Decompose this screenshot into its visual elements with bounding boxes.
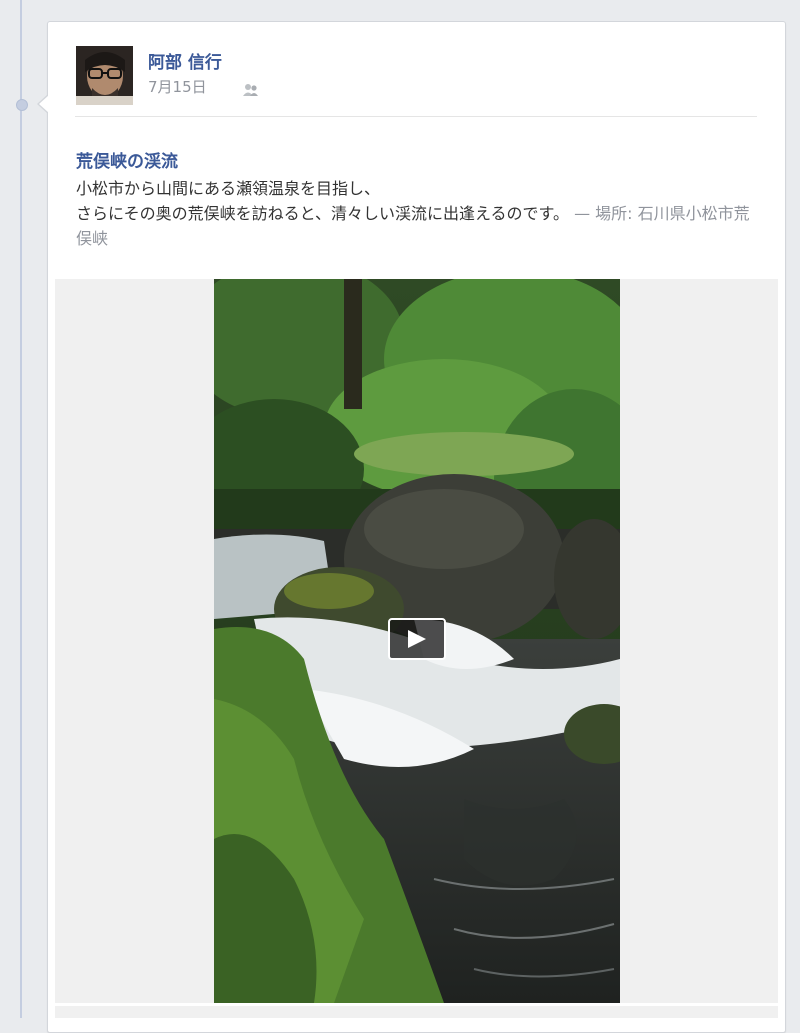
post-date[interactable]: 7月15日 <box>148 76 207 97</box>
post-body: 小松市から山間にある瀬領温泉を目指し、 さらにその奥の荒俣峡を訪ねると、清々しい… <box>76 176 756 251</box>
post-body-line-1: 小松市から山間にある瀬領温泉を目指し、 <box>76 179 381 198</box>
post-title: 荒俣峡の渓流 <box>76 152 178 172</box>
friends-icon[interactable] <box>242 82 260 98</box>
timeline-line <box>20 0 22 1018</box>
play-button[interactable] <box>388 618 446 660</box>
location-prefix: — 場所: <box>574 204 638 223</box>
author-name[interactable]: 阿部 信行 <box>148 48 222 73</box>
media-footer <box>55 1006 778 1018</box>
timeline-dot <box>16 99 28 111</box>
card-pointer-inner <box>39 95 49 113</box>
post-body-line-2: さらにその奥の荒俣峡を訪ねると、清々しい渓流に出逢えるのです。 — 場所: 石川… <box>76 201 756 251</box>
header-divider <box>75 116 757 117</box>
post-body-text: さらにその奥の荒俣峡を訪ねると、清々しい渓流に出逢えるのです。 <box>76 204 569 223</box>
avatar[interactable] <box>76 46 133 105</box>
play-icon <box>408 630 426 648</box>
avatar-portrait <box>76 46 133 105</box>
